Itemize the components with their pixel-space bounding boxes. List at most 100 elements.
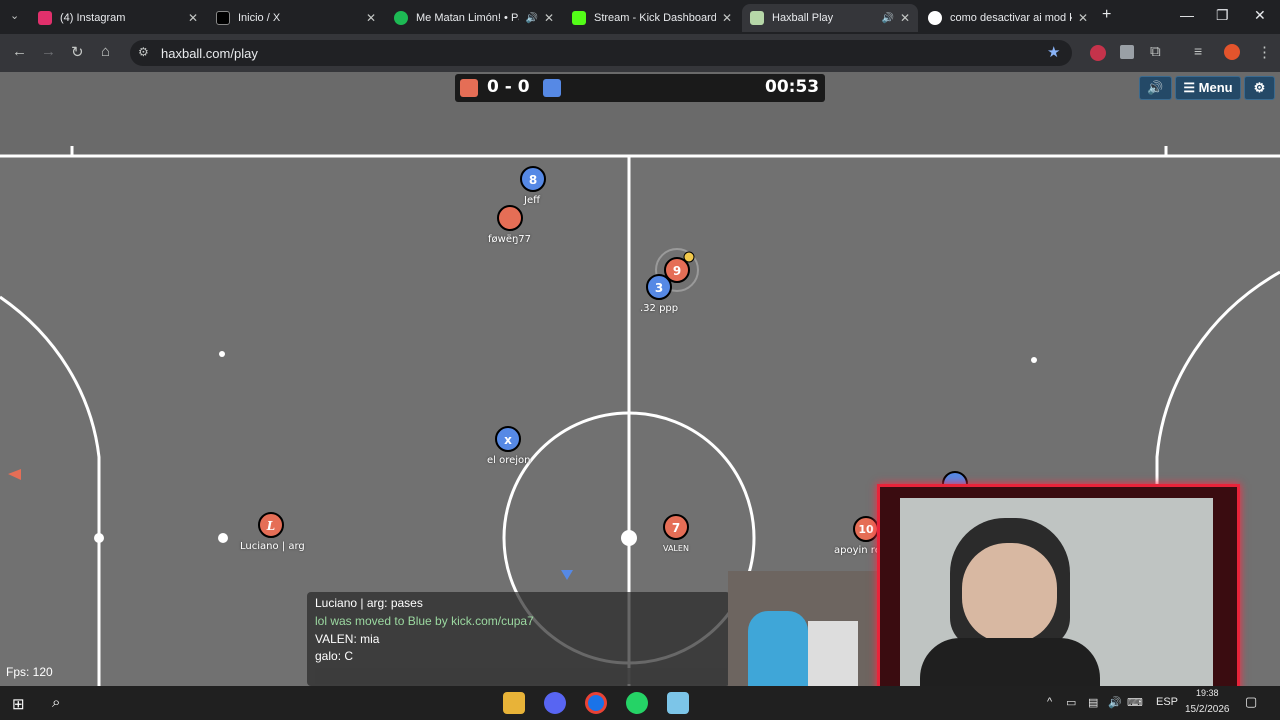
player-number: x	[504, 433, 512, 447]
close-icon[interactable]: ✕	[366, 11, 376, 25]
profile-avatar[interactable]	[1224, 44, 1240, 60]
notification-icon[interactable]: ▢	[1245, 694, 1257, 710]
left-penalty-spot	[218, 533, 228, 543]
speaker-icon[interactable]: 🔊	[881, 13, 893, 24]
red-team-square	[460, 79, 478, 97]
webcam-shirt	[920, 638, 1100, 686]
windows-start-icon[interactable]: ⊞	[12, 695, 25, 713]
ball	[621, 530, 637, 546]
file-explorer-icon[interactable]	[503, 692, 525, 714]
forward-button[interactable]: →	[41, 43, 56, 60]
player-number: L	[266, 519, 276, 533]
gear-icon: ⚙	[1253, 80, 1266, 95]
speaker-icon[interactable]: 🔊	[525, 13, 537, 24]
url-text[interactable]: haxball.com/play	[161, 46, 258, 61]
chat-message: lol was moved to Blue by kick.com/cupa7	[315, 614, 534, 628]
player-name: apoyin re	[834, 545, 881, 556]
match-timer: 00:53	[765, 77, 820, 97]
fps-counter: Fps: 120	[6, 665, 53, 679]
haxball-icon	[750, 11, 764, 25]
site-info-icon[interactable]: ⚙	[138, 45, 149, 59]
clock-date[interactable]: 15/2/2026	[1185, 704, 1230, 715]
tab-kick[interactable]: Stream - Kick Dashboard ✕	[564, 4, 740, 32]
player-name: .32 ppp	[640, 303, 679, 314]
discord-icon[interactable]	[544, 692, 566, 714]
new-tab-button[interactable]: +	[1102, 6, 1111, 24]
window-close-button[interactable]: ✕	[1254, 7, 1266, 24]
tab-title: como desactivar ai mod k	[950, 12, 1072, 24]
tab-title: (4) Instagram	[60, 12, 126, 24]
spotify-icon	[394, 11, 408, 25]
close-icon[interactable]: ✕	[544, 11, 554, 25]
player-badge	[683, 251, 695, 263]
battery-icon: ▭	[1066, 697, 1077, 709]
tab-x[interactable]: Inicio / X ✕	[208, 4, 384, 32]
close-icon[interactable]: ✕	[722, 11, 732, 25]
google-icon	[928, 11, 942, 25]
chat-message: Luciano | arg: pases	[315, 596, 423, 610]
player-number: 10	[858, 523, 874, 536]
bookmark-star-icon[interactable]: ★	[1047, 43, 1060, 61]
menu-button[interactable]: ☰ Menu	[1175, 76, 1241, 100]
sound-button[interactable]: 🔊	[1139, 76, 1172, 100]
chat-input[interactable]	[315, 668, 727, 684]
close-icon[interactable]: ✕	[900, 11, 910, 25]
photo-person	[748, 611, 808, 691]
search-icon[interactable]: ⌕	[52, 694, 60, 711]
field-marker	[219, 351, 225, 357]
extension-icon[interactable]	[1120, 45, 1134, 59]
player-disc-red	[497, 205, 523, 231]
player-name: VALEN	[663, 544, 689, 553]
app-icon[interactable]	[667, 692, 689, 714]
score: 0 - 0	[487, 77, 530, 97]
tab-instagram[interactable]: (4) Instagram ✕	[30, 4, 206, 32]
blue-team-square	[543, 79, 561, 97]
player-number: 3	[654, 281, 664, 295]
player-number: 9	[672, 264, 682, 278]
player-name: Luciano | arg	[240, 541, 305, 552]
player-number: 7	[671, 521, 681, 535]
close-icon[interactable]: ✕	[188, 11, 198, 25]
tab-title: Haxball Play	[772, 12, 834, 24]
whatsapp-icon[interactable]	[626, 692, 648, 714]
webcam-face	[962, 543, 1057, 643]
x-logo-icon	[216, 11, 230, 25]
clock-time[interactable]: 19:38	[1196, 688, 1219, 698]
more-menu-icon[interactable]: ⋮	[1257, 43, 1272, 61]
tab-google[interactable]: como desactivar ai mod k ✕	[920, 4, 1096, 32]
settings-button[interactable]: ⚙	[1244, 76, 1275, 100]
maximize-button[interactable]: ❐	[1216, 7, 1229, 24]
tab-spotify[interactable]: Me Matan Limón! • Pa 🔊 ✕	[386, 4, 562, 32]
tray-chevron-icon[interactable]: ^	[1047, 696, 1052, 708]
tab-search-icon[interactable]: ⌄	[10, 9, 19, 22]
input-language[interactable]: ESP	[1156, 696, 1178, 708]
address-bar[interactable]	[130, 40, 1072, 66]
extensions-puzzle-icon[interactable]: ⧉	[1150, 43, 1161, 60]
extension-ai-icon[interactable]	[1090, 45, 1106, 61]
instagram-icon	[38, 11, 52, 25]
chat-message: VALEN: mia	[315, 632, 380, 646]
close-icon[interactable]: ✕	[1078, 11, 1088, 25]
player-name: føwëŋ77	[488, 234, 532, 245]
back-button[interactable]: ←	[12, 43, 27, 60]
tab-title: Me Matan Limón! • Pa	[416, 12, 520, 24]
media-controls-icon[interactable]: ≡	[1194, 43, 1202, 59]
chat-message: galo: C	[315, 649, 354, 663]
webcam-feed	[900, 498, 1213, 686]
tab-haxball[interactable]: Haxball Play 🔊 ✕	[742, 4, 918, 32]
keyboard-icon[interactable]: ⌨	[1127, 696, 1143, 709]
player-number: 8	[528, 173, 538, 187]
network-icon[interactable]: ▤	[1088, 696, 1098, 709]
reload-button[interactable]: ↻	[71, 43, 84, 61]
chrome-icon[interactable]	[585, 692, 607, 714]
player-name: Jeff	[524, 195, 540, 206]
tab-title: Inicio / X	[238, 12, 281, 24]
kick-icon	[572, 11, 586, 25]
player-name: el orejon	[487, 455, 531, 466]
volume-icon[interactable]: 🔊	[1108, 696, 1122, 709]
minimize-button[interactable]: —	[1180, 7, 1194, 23]
home-button[interactable]: ⌂	[101, 43, 110, 60]
left-goal-post	[94, 533, 104, 543]
field-marker	[1031, 357, 1037, 363]
speaker-icon: 🔊	[1147, 80, 1164, 95]
